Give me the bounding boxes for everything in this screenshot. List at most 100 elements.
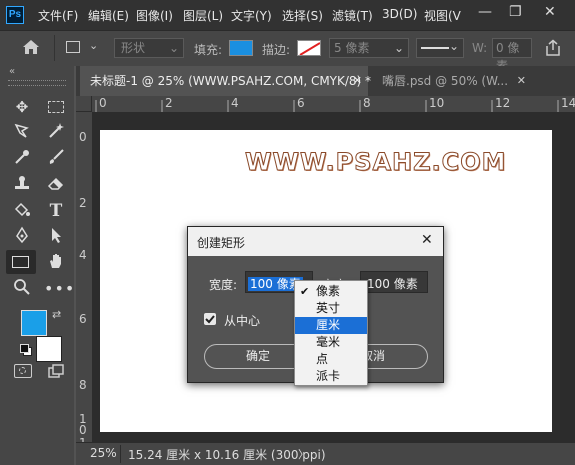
home-icon[interactable] — [22, 39, 40, 55]
menu-3d[interactable]: 3D(D) — [382, 7, 417, 21]
unit-option-picas[interactable]: 派卡 — [295, 368, 367, 385]
fill-label: 填充: — [194, 43, 223, 57]
path-selection-tool-icon[interactable] — [44, 226, 68, 248]
pen-tool-icon[interactable] — [10, 226, 34, 248]
ruler-tick-label: 8 — [79, 378, 87, 392]
width-label: W: — [472, 41, 488, 55]
chevron-down-icon: ⌄ — [448, 39, 459, 53]
minimize-icon[interactable]: — — [478, 4, 492, 20]
tab-label: 嘴唇.psd @ 50% (W... — [382, 74, 509, 88]
menu-select[interactable]: 选择(S) — [282, 7, 323, 24]
ruler-tick-label: 0 — [79, 130, 87, 144]
unit-dropdown: ✔ 像素 英寸 厘米 毫米 点 派卡 — [294, 280, 368, 386]
ruler-origin[interactable] — [76, 96, 92, 112]
more-tools-icon[interactable]: ••• — [44, 278, 74, 300]
ruler-tick-label: 8 — [363, 96, 371, 110]
background-color-swatch[interactable] — [36, 336, 62, 362]
ruler-tick-label: 6 — [79, 312, 87, 326]
chevron-down-icon: ⌄ — [393, 41, 404, 55]
height-field[interactable]: 100 像素 — [360, 271, 428, 293]
collapse-panel-icon[interactable]: « — [9, 66, 15, 77]
rectangle-tool-icon — [12, 256, 29, 268]
hand-tool-icon[interactable] — [44, 252, 68, 274]
unit-option-millimeters[interactable]: 毫米 — [295, 334, 367, 351]
ruler-vertical[interactable]: 0 2 4 6 8 1 0 1 — [76, 112, 93, 442]
eraser-tool-icon[interactable] — [44, 174, 68, 196]
share-icon[interactable] — [544, 39, 562, 57]
document-info[interactable]: 15.24 厘米 x 10.16 厘米 (300 ppi) — [128, 446, 326, 463]
menu-filter[interactable]: 滤镜(T) — [332, 7, 373, 24]
tab-untitled-1[interactable]: 未标题-1 @ 25% (WWW.PSAHZ.COM, CMYK/8) * ✕ — [80, 66, 371, 96]
ruler-tick-label: 6 — [297, 96, 305, 110]
chevron-down-icon: ⌄ — [168, 41, 179, 55]
ruler-horizontal[interactable]: 0 2 4 6 8 10 12 14 — [80, 96, 575, 113]
unit-option-pixels[interactable]: ✔ 像素 — [295, 283, 367, 300]
width-input[interactable]: 0 像素 — [492, 38, 532, 73]
lasso-tool-icon[interactable] — [10, 122, 34, 144]
zoom-level[interactable]: 25% — [90, 446, 117, 460]
default-colors-icon[interactable] — [20, 344, 32, 356]
option-label: 英寸 — [316, 301, 341, 315]
chevron-right-icon[interactable]: 〉 — [298, 446, 309, 462]
zoom-tool-icon[interactable] — [10, 278, 34, 300]
option-label: 派卡 — [316, 369, 341, 383]
foreground-color-swatch[interactable] — [21, 310, 47, 336]
watermark-text: WWW.PSAHZ.COM — [245, 148, 507, 177]
tab-lips-psd[interactable]: 嘴唇.psd @ 50% (W... ✕ — [372, 66, 532, 96]
close-icon[interactable]: ✕ — [517, 66, 526, 96]
divider — [54, 35, 55, 61]
dialog-title-bar[interactable]: 创建矩形 ✕ — [188, 227, 443, 256]
ruler-tick-label: 10 — [429, 96, 445, 110]
brush-tool-icon[interactable] — [44, 148, 68, 170]
divider — [120, 445, 121, 463]
menu-type[interactable]: 文字(Y) — [231, 7, 272, 24]
stroke-color-swatch[interactable] — [297, 40, 321, 56]
width-label: 宽度: — [209, 278, 238, 292]
ruler-tick-label: 0 — [99, 96, 107, 110]
tools-panel: « ✥ T ••• ⇄ — [0, 66, 74, 465]
stamp-tool-icon[interactable] — [10, 174, 34, 196]
unit-option-inches[interactable]: 英寸 — [295, 300, 367, 317]
shape-mode-select[interactable]: 形状 ⌄ — [114, 38, 184, 58]
menu-layer[interactable]: 图层(L) — [183, 7, 223, 24]
type-tool-icon[interactable]: T — [44, 200, 68, 222]
menu-edit[interactable]: 编辑(E) — [88, 7, 129, 24]
line-style-preview — [421, 47, 449, 49]
restore-icon[interactable]: ❐ — [509, 4, 522, 20]
swap-colors-icon[interactable]: ⇄ — [52, 308, 61, 321]
magic-wand-tool-icon[interactable] — [44, 122, 68, 144]
move-tool-icon[interactable]: ✥ — [10, 96, 34, 118]
paint-bucket-tool-icon[interactable] — [10, 200, 34, 222]
unit-option-points[interactable]: 点 — [295, 351, 367, 368]
stroke-type-select[interactable]: ⌄ — [416, 38, 464, 58]
marquee-tool-icon[interactable] — [48, 101, 64, 113]
panel-grip[interactable] — [8, 80, 66, 86]
stroke-width-input[interactable]: 5 像素 ⌄ — [329, 38, 409, 58]
chevron-down-icon[interactable]: ⌄ — [89, 39, 98, 52]
ruler-tick-label: 2 — [79, 196, 87, 210]
rectangle-tool-icon[interactable] — [66, 41, 80, 53]
status-bar: 25% 15.24 厘米 x 10.16 厘米 (300 ppi) 〉 — [76, 442, 575, 465]
option-label: 厘米 — [316, 318, 341, 332]
menu-image[interactable]: 图像(I) — [136, 7, 173, 24]
close-icon[interactable]: ✕ — [353, 66, 362, 96]
stroke-width-value: 5 像素 — [334, 41, 370, 55]
unit-option-centimeters[interactable]: 厘米 — [295, 317, 367, 334]
fill-color-swatch[interactable] — [229, 40, 253, 56]
ruler-tick-label: 14 — [561, 96, 575, 110]
ruler-tick-label: 12 — [495, 96, 511, 110]
quick-mask-icon[interactable] — [14, 364, 32, 378]
eyedropper-tool-icon[interactable] — [10, 148, 34, 170]
screen-mode-icon[interactable] — [48, 364, 64, 378]
menu-file[interactable]: 文件(F) — [38, 7, 78, 24]
rectangle-tool-active[interactable] — [6, 250, 36, 274]
close-icon[interactable]: ✕ — [421, 232, 433, 248]
photoshop-logo-icon: Ps — [6, 6, 24, 24]
menu-view[interactable]: 视图(V — [424, 7, 461, 24]
close-window-icon[interactable]: ✕ — [544, 4, 556, 20]
menu-bar: Ps 文件(F) 编辑(E) 图像(I) 图层(L) 文字(Y) 选择(S) 滤… — [0, 0, 575, 30]
shape-mode-value: 形状 — [121, 41, 146, 55]
ruler-tick-label: 2 — [165, 96, 173, 110]
option-label: 点 — [316, 352, 329, 366]
from-center-checkbox[interactable] — [204, 313, 216, 325]
